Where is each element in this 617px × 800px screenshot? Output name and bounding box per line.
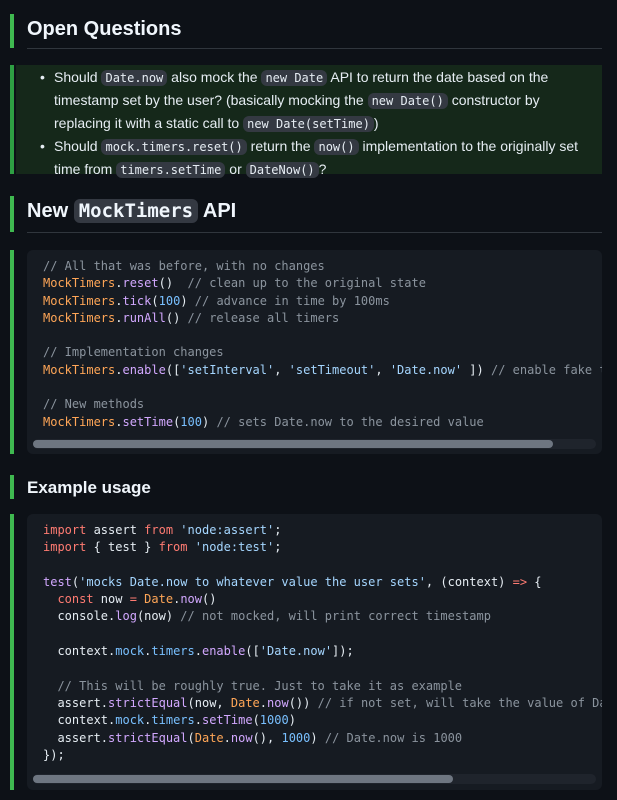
code-line: MockTimers.setTime(100) // sets Date.now…: [43, 414, 484, 429]
horizontal-scrollbar[interactable]: [33, 439, 596, 449]
highlight-accent-bar: [10, 65, 14, 174]
code-line: MockTimers.tick(100) // advance in time …: [43, 293, 390, 308]
code-line: MockTimers.runAll() // release all timer…: [43, 310, 340, 325]
code-line: // This will be roughly true. Just to ta…: [57, 678, 463, 693]
inline-code: DateNow(): [245, 162, 319, 178]
inline-code: new Date(setTime): [243, 116, 374, 132]
inline-code: new Date: [261, 70, 328, 86]
section-accent-bar: [10, 475, 14, 499]
scrollbar-thumb[interactable]: [33, 440, 553, 448]
code-content: import assert from 'node:assert'; import…: [27, 514, 602, 764]
divider: [27, 48, 602, 49]
code-line: assert.strictEqual(Date.now(), 1000) // …: [43, 730, 463, 745]
code-line: MockTimers.enable(['setInterval', 'setTi…: [43, 362, 602, 377]
list-item: Should mock.timers.reset() return the no…: [40, 135, 600, 181]
code-line: console.log(now) // not mocked, will pri…: [43, 609, 491, 624]
inline-code: mock.timers.reset(): [101, 139, 247, 155]
code-line: import assert from 'node:assert';: [43, 523, 282, 537]
list-item: Should Date.now also mock the new Date A…: [40, 66, 600, 135]
section-accent-bar: [10, 14, 14, 48]
heading-open-questions: Open Questions: [27, 18, 182, 40]
code-line: context.mock.timers.enable(['Date.now'])…: [43, 644, 354, 659]
heading-mocktimers-api: New MockTimers API: [27, 199, 237, 223]
inline-code: new Date(): [367, 93, 448, 109]
heading-example-usage: Example usage: [27, 478, 151, 497]
code-line: import { test } from 'node:test';: [43, 540, 282, 555]
scrollbar-thumb[interactable]: [33, 775, 453, 783]
inline-code: now(): [314, 139, 359, 155]
code-content: // All that was before, with no changes …: [27, 250, 602, 431]
code-line: assert.strictEqual(now, Date.now()) // i…: [43, 695, 602, 710]
code-line: context.mock.timers.setTime(1000): [43, 713, 296, 728]
inline-code: timers.setTime: [116, 162, 226, 178]
section-accent-bar: [10, 250, 14, 454]
inline-code: Date.now: [101, 70, 168, 86]
code-line: });: [43, 747, 65, 762]
divider: [27, 232, 602, 233]
code-line: test('mocks Date.now to whatever value t…: [43, 574, 542, 589]
code-line: const now = Date.now(): [57, 592, 217, 607]
code-line: // New methods: [43, 397, 145, 412]
questions-list: Should Date.now also mock the new Date A…: [40, 66, 600, 181]
code-block-api[interactable]: // All that was before, with no changes …: [27, 250, 602, 454]
code-line: // Implementation changes: [43, 345, 224, 360]
section-accent-bar: [10, 514, 14, 790]
code-line: // All that was before, with no changes: [43, 259, 325, 273]
section-accent-bar: [10, 196, 14, 232]
horizontal-scrollbar[interactable]: [33, 774, 596, 784]
code-block-example[interactable]: import assert from 'node:assert'; import…: [27, 514, 602, 790]
code-line: MockTimers.reset() // clean up to the or…: [43, 276, 426, 291]
inline-code: MockTimers: [73, 199, 199, 223]
